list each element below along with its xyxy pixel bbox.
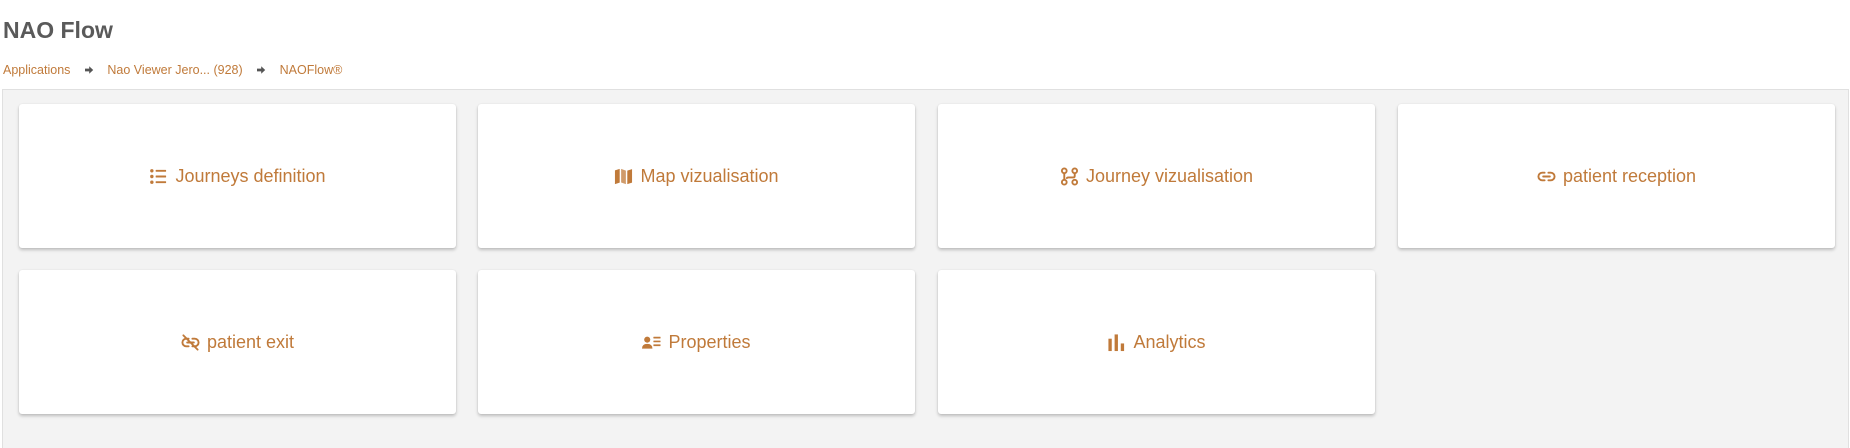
tile-label: Properties [668,332,751,352]
tile-properties[interactable]: Properties [478,270,915,414]
tile-label: Journeys definition [175,166,326,186]
user-details-icon [642,333,661,352]
bar-chart-icon [1107,333,1126,352]
tile-patient-reception[interactable]: patient reception [1398,104,1835,248]
route-icon [1060,166,1079,186]
tile-map-vizualisation[interactable]: Map vizualisation [478,104,915,248]
list-icon [149,167,168,186]
tiles-grid: Journeys definition Map vizualisation Jo… [2,89,1849,448]
tile-analytics[interactable]: Analytics [938,270,1375,414]
tile-label: Journey vizualisation [1085,166,1254,186]
link-icon [1537,167,1556,186]
breadcrumb: Applications Nao Viewer Jero... (928) NA… [3,62,342,78]
tile-patient-exit[interactable]: patient exit [19,270,456,414]
tile-label: Analytics [1133,332,1206,352]
breadcrumb-item-applications[interactable]: Applications [3,63,70,77]
tile-journeys-definition[interactable]: Journeys definition [19,104,456,248]
tile-label: patient exit [206,332,295,352]
tile-label: patient reception [1562,166,1697,186]
map-icon [614,167,633,186]
arrow-right-icon [82,64,95,76]
page-title: NAO Flow [3,17,113,43]
breadcrumb-item-naoflow[interactable]: NAOFlow® [280,63,343,77]
tile-label: Map vizualisation [640,166,779,186]
breadcrumb-item-nao-viewer[interactable]: Nao Viewer Jero... (928) [107,63,242,77]
tile-journey-vizualisation[interactable]: Journey vizualisation [938,104,1375,248]
link-off-icon [181,333,200,352]
arrow-right-icon [255,64,268,76]
